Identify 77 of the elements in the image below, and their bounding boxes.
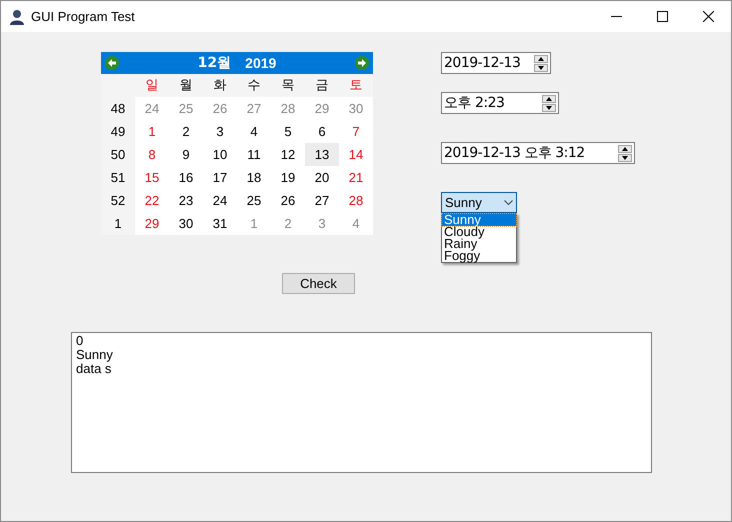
calendar-day[interactable]: 27 (305, 189, 339, 212)
weekday-label: 금 (314, 76, 330, 95)
check-button[interactable]: Check (282, 273, 355, 294)
calendar-day[interactable]: 10 (203, 143, 237, 166)
calendar-day[interactable]: 3 (203, 120, 237, 143)
week-number: 1 (101, 212, 135, 235)
weekday-label: 일 (144, 76, 160, 95)
calendar-day[interactable]: 8 (135, 143, 169, 166)
calendar-day[interactable]: 12 (271, 143, 305, 166)
previous-month-button[interactable] (105, 56, 119, 70)
spin-field[interactable]: 2019-12-13 (441, 52, 551, 74)
down-arrow-icon (538, 66, 544, 70)
dropdown-option[interactable]: Rainy (442, 238, 516, 250)
calendar-day[interactable]: 9 (169, 143, 203, 166)
chevron-down-icon (504, 200, 513, 205)
dropdown-option[interactable]: Cloudy (442, 226, 516, 238)
spin-up-button[interactable] (542, 94, 556, 102)
calendar-day[interactable]: 4 (237, 120, 271, 143)
down-arrow-icon (546, 106, 552, 110)
up-arrow-icon (546, 96, 552, 100)
right-arrow-icon (357, 58, 367, 68)
calendar-day[interactable]: 26 (271, 189, 305, 212)
week-number: 48 (101, 97, 135, 120)
spin-down-button[interactable] (618, 154, 632, 162)
calendar-day[interactable]: 16 (169, 166, 203, 189)
calendar-day[interactable]: 22 (135, 189, 169, 212)
week-number: 52 (101, 189, 135, 212)
calendar-day[interactable]: 23 (169, 189, 203, 212)
calendar-day[interactable]: 11 (237, 143, 271, 166)
left-arrow-icon (107, 58, 117, 68)
month-selector[interactable]: 12월 (198, 52, 232, 74)
calendar-day[interactable]: 18 (237, 166, 271, 189)
week-number: 49 (101, 120, 135, 143)
calendar-day[interactable]: 28 (339, 189, 373, 212)
up-arrow-icon (538, 56, 544, 60)
close-icon (702, 11, 714, 22)
calendar-day[interactable]: 29 (135, 212, 169, 235)
calendar-day[interactable]: 25 (237, 189, 271, 212)
calendar-day[interactable]: 17 (203, 166, 237, 189)
week-number: 51 (101, 166, 135, 189)
calendar-day[interactable]: 7 (339, 120, 373, 143)
spin-up-button[interactable] (618, 144, 632, 152)
down-arrow-icon (622, 156, 628, 160)
spin-field[interactable]: 오후 2:23 (441, 92, 559, 114)
calendar-day[interactable]: 21 (339, 166, 373, 189)
calendar-day[interactable]: 6 (305, 120, 339, 143)
weekday-label: 토 (348, 76, 364, 95)
output-field[interactable]: 0 Sunny data s (71, 332, 652, 473)
person-icon (9, 8, 25, 24)
up-arrow-icon (622, 146, 628, 150)
calendar-day[interactable]: 14 (339, 143, 373, 166)
dropdown-option[interactable]: Sunny (442, 214, 516, 226)
calendar-day[interactable]: 30 (169, 212, 203, 235)
weekday-label: 목 (280, 76, 296, 95)
calendar-day[interactable]: 15 (135, 166, 169, 189)
year-label[interactable]: 2019 (245, 52, 276, 74)
weather-dropdown[interactable]: Sunny (441, 192, 517, 213)
next-month-button[interactable] (355, 56, 369, 70)
weekday-label: 화 (212, 76, 228, 95)
spin-down-button[interactable] (542, 104, 556, 112)
calendar-day[interactable]: 5 (271, 120, 305, 143)
calendar-day[interactable]: 1 (135, 120, 169, 143)
calendar-day[interactable]: 24 (203, 189, 237, 212)
weekday-label: 수 (246, 76, 262, 95)
week-number: 50 (101, 143, 135, 166)
dropdown-option[interactable]: Foggy (442, 250, 516, 262)
weekday-label: 월 (178, 76, 194, 95)
calendar-day[interactable]: 20 (305, 166, 339, 189)
calendar-day[interactable]: 2 (169, 120, 203, 143)
window-title: GUI Program Test (31, 8, 135, 26)
spin-field[interactable]: 2019-12-13 오후 3:12 (441, 142, 635, 164)
calendar-day[interactable]: 13 (305, 143, 339, 166)
spin-down-button[interactable] (534, 64, 548, 72)
calendar-day[interactable]: 19 (271, 166, 305, 189)
spin-up-button[interactable] (534, 54, 548, 62)
calendar-day[interactable]: 31 (203, 212, 237, 235)
maximize-icon (656, 11, 668, 22)
